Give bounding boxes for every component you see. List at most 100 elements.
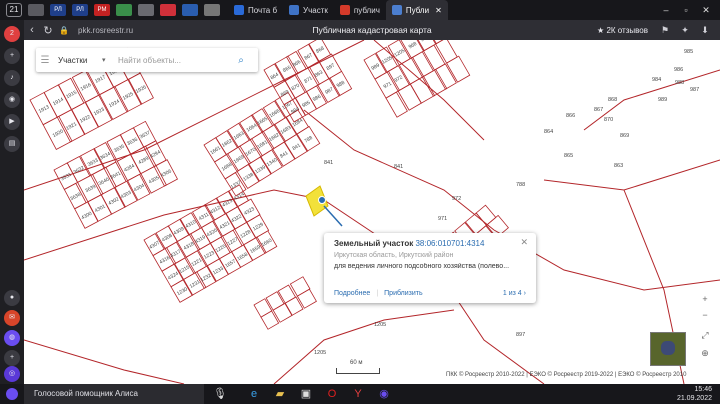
browser-tab[interactable]: Участк: [283, 0, 334, 20]
parcel-label[interactable]: 988: [675, 80, 684, 86]
parcel-label[interactable]: 864: [544, 129, 553, 135]
parcel-label[interactable]: 841: [324, 160, 333, 166]
parcel-label[interactable]: 989: [658, 97, 667, 103]
close-popup-icon[interactable]: ✕: [520, 237, 528, 248]
pinned-tab[interactable]: РМ: [94, 4, 110, 16]
parcel-label[interactable]: 841: [394, 164, 403, 170]
boundary-line[interactable]: [24, 339, 185, 384]
edge-icon[interactable]: e: [244, 384, 264, 404]
chevron-down-icon[interactable]: ▾: [102, 56, 114, 64]
tab-count-button[interactable]: 21: [6, 3, 22, 17]
parcel-label[interactable]: 867: [594, 107, 603, 113]
parcel-outline[interactable]: [265, 291, 285, 311]
system-clock[interactable]: 15:46 21.09.2022: [677, 384, 712, 404]
video-icon[interactable]: ▶: [4, 114, 20, 130]
start-button[interactable]: [0, 384, 24, 404]
reviews-button[interactable]: ★ 2К отзывов: [597, 26, 648, 35]
search-icon[interactable]: ⌕: [232, 55, 250, 66]
parcel-outline[interactable]: [260, 310, 280, 330]
parcel-label[interactable]: 1205: [374, 322, 386, 328]
download-icon[interactable]: ⬇: [698, 23, 712, 37]
boundary-line[interactable]: [303, 109, 495, 231]
bell-icon[interactable]: ◉: [4, 92, 20, 108]
popup-pointer[interactable]: [323, 205, 343, 227]
url-field[interactable]: pkk.rosreestr.ru: [78, 26, 133, 35]
fullscreen-icon[interactable]: ⤢: [698, 328, 712, 342]
parcel-outline[interactable]: [446, 55, 471, 83]
browser-tab[interactable]: публич: [334, 0, 386, 20]
parcel-label[interactable]: 987: [690, 87, 699, 93]
browser-tab[interactable]: Публи ✕: [385, 0, 448, 20]
parcel-label[interactable]: 865: [564, 153, 573, 159]
search-input[interactable]: [114, 55, 232, 65]
popup-pager[interactable]: 1 из 4 ›: [503, 290, 526, 297]
parcel-outline[interactable]: [284, 296, 304, 316]
minimize-icon[interactable]: –: [656, 0, 676, 20]
basemap-toggle[interactable]: [650, 332, 686, 366]
messenger-icon[interactable]: ◍: [4, 330, 20, 346]
voice-assistant-search[interactable]: Голосовой помощник Алиса: [24, 384, 204, 404]
maximize-icon[interactable]: ▫: [676, 0, 696, 20]
parcel-label[interactable]: 866: [566, 113, 575, 119]
parcel-label[interactable]: 869: [620, 133, 629, 139]
parcel-label[interactable]: 984: [652, 77, 661, 83]
add-panel-icon[interactable]: +: [4, 350, 20, 366]
pinned-tab[interactable]: [116, 4, 132, 16]
chevron-right-icon[interactable]: ›: [524, 290, 526, 297]
bookmark-icon[interactable]: ⚑: [658, 23, 672, 37]
store-icon[interactable]: ▣: [296, 384, 316, 404]
browser-tab[interactable]: Почта б: [228, 0, 283, 20]
yandex-browser-icon[interactable]: Y: [348, 384, 368, 404]
pinned-tab[interactable]: РЛ: [50, 4, 66, 16]
parcel-label[interactable]: 897: [516, 332, 525, 338]
zoom-out-button[interactable]: −: [698, 308, 712, 322]
parcel-label[interactable]: 788: [516, 182, 525, 188]
parcel-label[interactable]: 868: [608, 97, 617, 103]
mail-icon[interactable]: ✉: [4, 310, 20, 326]
boundary-line[interactable]: [543, 159, 720, 191]
extensions-icon[interactable]: ✦: [678, 23, 692, 37]
locate-icon[interactable]: ⊕: [698, 346, 712, 360]
cadastral-number[interactable]: 38:06:010701:4314: [415, 239, 484, 248]
opera-icon[interactable]: O: [322, 384, 342, 404]
parcel-outline[interactable]: [253, 298, 273, 318]
parcel-outline[interactable]: [296, 288, 317, 309]
parcel-layer[interactable]: 1913191419151916191719181919192019211922…: [24, 40, 720, 384]
parcel-outline[interactable]: [435, 40, 458, 64]
pinned-tab[interactable]: [28, 4, 44, 16]
gallery-icon[interactable]: ▤: [4, 136, 20, 152]
parcel-label[interactable]: 863: [614, 163, 623, 169]
back-icon[interactable]: ‹: [24, 24, 40, 36]
music-icon[interactable]: ♪: [4, 70, 20, 86]
parcel-outline[interactable]: [475, 204, 497, 226]
alice-icon[interactable]: ◎: [4, 366, 20, 382]
alice-taskbar-icon[interactable]: ◉: [374, 384, 394, 404]
parcel-label[interactable]: 1205: [314, 350, 326, 356]
parcel-label[interactable]: 971: [438, 216, 447, 222]
parcel-label[interactable]: 972: [452, 196, 461, 202]
parcel-label[interactable]: 986: [674, 67, 683, 73]
parcel-outline[interactable]: [272, 302, 293, 323]
pinned-tab[interactable]: [138, 4, 154, 16]
microphone-icon[interactable]: 🎙: [210, 384, 230, 404]
layers-icon[interactable]: ☰: [36, 55, 54, 66]
zoom-link[interactable]: Приблизить: [384, 290, 423, 297]
folder-icon[interactable]: ▰: [270, 384, 290, 404]
parcel-label[interactable]: 870: [604, 117, 613, 123]
close-tab-icon[interactable]: ✕: [435, 6, 442, 15]
object-type-select[interactable]: Участки: [54, 56, 102, 65]
pinned-tab[interactable]: [160, 4, 176, 16]
reload-icon[interactable]: ↻: [40, 24, 56, 37]
zoom-in-button[interactable]: +: [698, 292, 712, 306]
add-icon[interactable]: +: [4, 48, 20, 64]
parcel-outline[interactable]: [385, 91, 408, 118]
parcel-label[interactable]: 985: [684, 49, 693, 55]
close-icon[interactable]: ✕: [696, 0, 716, 20]
selected-parcel-marker[interactable]: [318, 196, 326, 204]
parcel-outline[interactable]: [409, 75, 436, 104]
pinned-tab[interactable]: РЛ: [72, 4, 88, 16]
pinned-tab[interactable]: [182, 4, 198, 16]
pinned-tab[interactable]: [204, 4, 220, 16]
parcel-outline[interactable]: [464, 212, 487, 235]
notification-badge[interactable]: 2: [4, 26, 20, 42]
